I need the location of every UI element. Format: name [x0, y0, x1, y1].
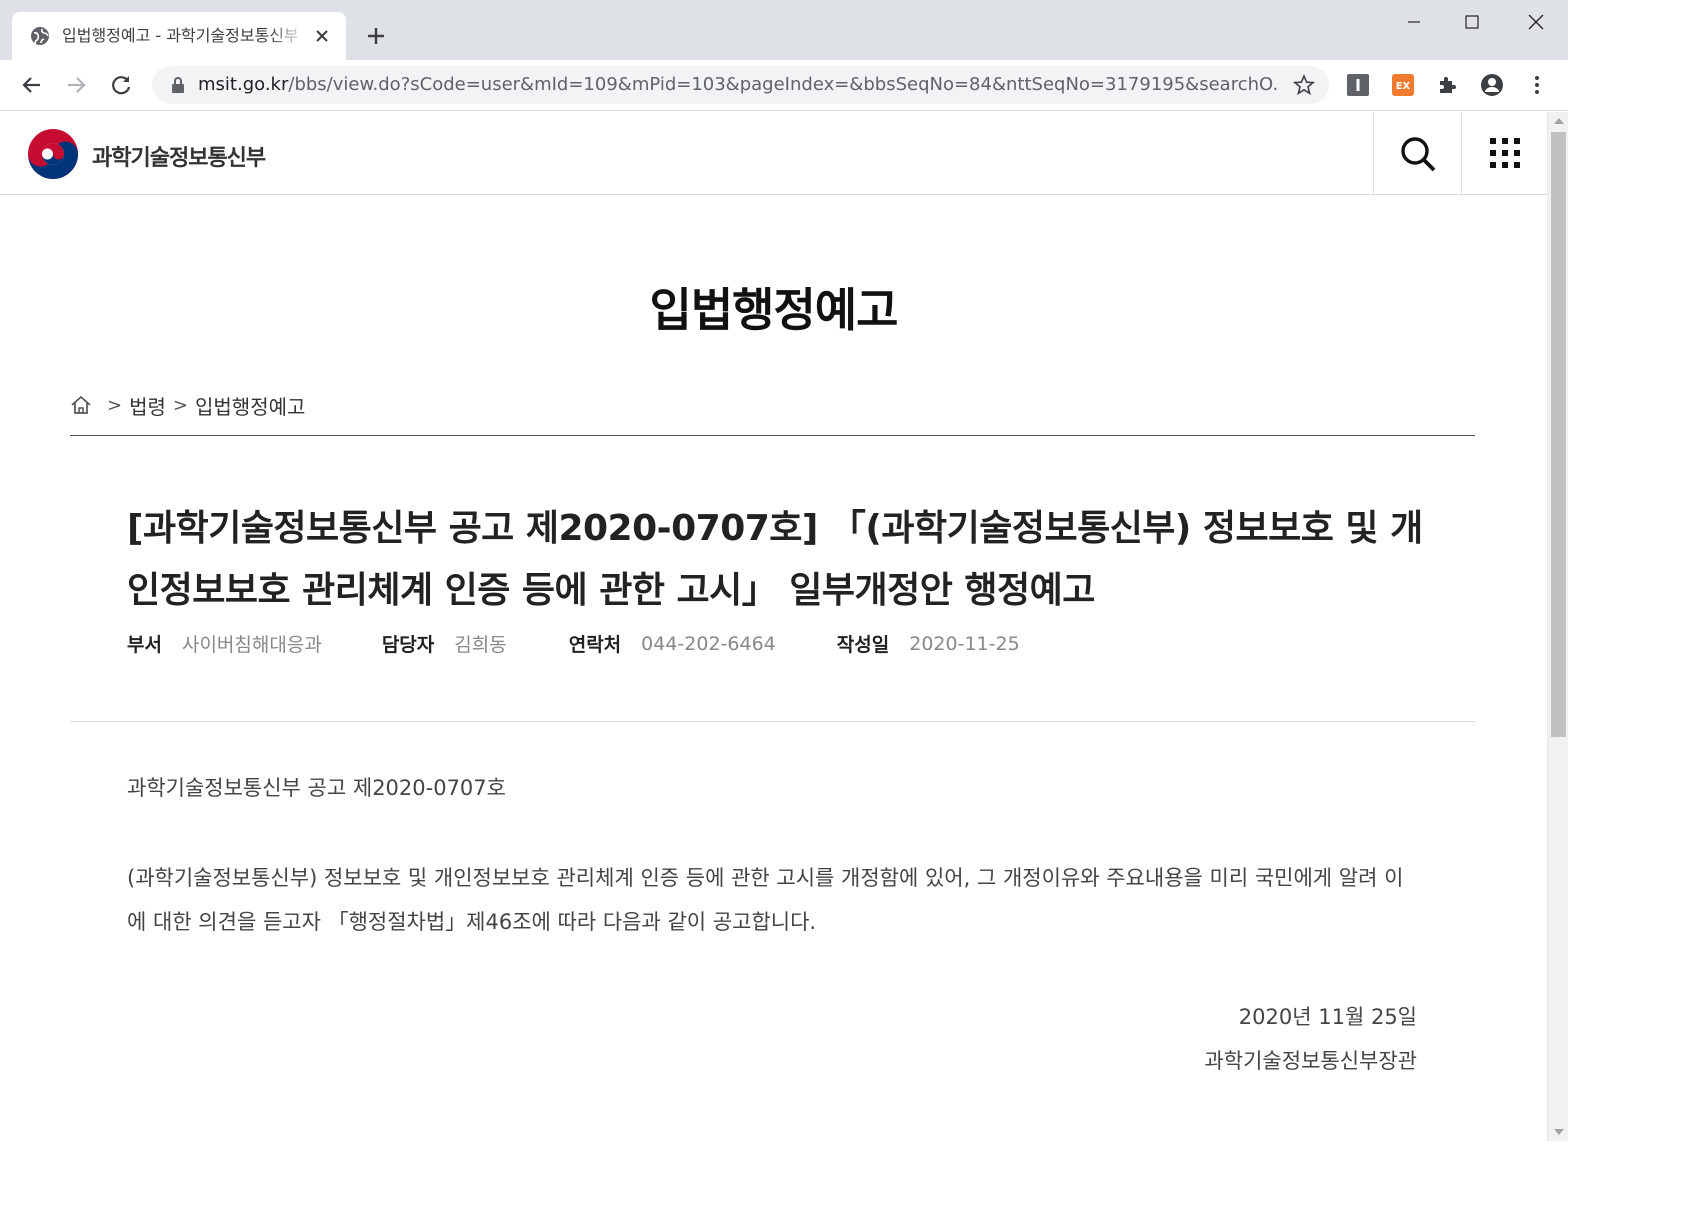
breadcrumb-separator: >	[172, 394, 188, 416]
meta-label-department: 부서	[127, 634, 162, 656]
home-icon[interactable]	[70, 394, 92, 416]
globe-icon	[31, 27, 49, 45]
post-title: [과학기술정보통신부 공고 제2020-0707호] 「(과학기술정보통신부) …	[127, 508, 1423, 611]
header-menu-button[interactable]	[1461, 112, 1547, 195]
address-bar[interactable]: msit.go.kr/bbs/view.do?sCode=user&mId=10…	[152, 66, 1329, 104]
meta-value-manager: 김희동	[454, 634, 507, 656]
forward-arrow-icon[interactable]	[63, 72, 89, 98]
url-text[interactable]: msit.go.kr/bbs/view.do?sCode=user&mId=10…	[198, 74, 1278, 96]
notice-number: 과학기술정보통신부 공고 제2020-0707호	[127, 776, 506, 800]
svg-text:EX: EX	[1396, 81, 1411, 92]
meta-label-date: 작성일	[836, 634, 890, 656]
signature-date: 2020년 11월 25일	[1238, 1005, 1417, 1029]
window-close-icon[interactable]	[1520, 8, 1552, 36]
scroll-up-arrow-icon[interactable]	[1554, 118, 1564, 124]
meta-value-department: 사이버침해대응과	[181, 634, 322, 656]
taegeuk-logo-icon[interactable]	[27, 128, 79, 180]
signature-organization: 과학기술정보통신부장관	[1204, 1049, 1417, 1073]
extensions-puzzle-icon[interactable]	[1436, 73, 1460, 97]
breadcrumb-item-law[interactable]: 법령	[129, 391, 166, 420]
browser-toolbar: msit.go.kr/bbs/view.do?sCode=user&mId=10…	[0, 60, 1568, 111]
reload-icon[interactable]	[108, 72, 134, 98]
tab-title: 입법행정예고 - 과학기술정보통신부	[62, 26, 299, 45]
bookmark-star-icon[interactable]	[1293, 74, 1315, 96]
page-title: 입법행정예고	[649, 283, 899, 337]
close-tab-icon[interactable]	[312, 26, 332, 46]
post-meta: 부서 사이버침해대응과 담당자 김희동 연락처 044-202-6464 작성일…	[127, 630, 1020, 657]
page-viewport: 과학기술정보통신부 입법행정예고 > 법령 > 입법행정예고 [과학기술정보통신…	[0, 112, 1547, 1141]
search-icon	[1401, 137, 1436, 172]
page-scrollbar[interactable]	[1547, 112, 1568, 1141]
minimize-icon[interactable]	[1398, 8, 1430, 36]
site-logo-text[interactable]: 과학기술정보통신부	[92, 140, 266, 172]
meta-label-contact: 연락처	[568, 634, 622, 656]
extension-i-icon[interactable]	[1346, 73, 1370, 97]
breadcrumb: > 법령 > 입법행정예고	[70, 391, 305, 420]
back-arrow-icon[interactable]	[19, 72, 45, 98]
grid-menu-icon	[1490, 138, 1520, 168]
header-search-button[interactable]	[1373, 112, 1461, 195]
url-host: msit.go.kr	[198, 74, 289, 95]
divider	[70, 721, 1475, 722]
lock-icon[interactable]	[170, 76, 186, 94]
maximize-icon[interactable]	[1456, 8, 1488, 36]
breadcrumb-separator: >	[107, 394, 123, 416]
meta-label-manager: 담당자	[381, 634, 435, 656]
meta-value-contact: 044-202-6464	[641, 632, 776, 655]
profile-avatar-icon[interactable]	[1480, 73, 1504, 97]
browser-menu-icon[interactable]	[1525, 73, 1549, 97]
divider	[70, 435, 1475, 436]
notice-body: (과학기술정보통신부) 정보보호 및 개인정보보호 관리체계 인증 등에 관한 …	[127, 866, 1404, 934]
extension-ex-icon[interactable]: EX	[1391, 73, 1415, 97]
scroll-down-arrow-icon[interactable]	[1554, 1129, 1564, 1135]
browser-tab[interactable]: 입법행정예고 - 과학기술정보통신부	[12, 12, 346, 60]
breadcrumb-item-current[interactable]: 입법행정예고	[195, 391, 305, 420]
site-header: 과학기술정보통신부	[0, 112, 1547, 195]
scrollbar-thumb[interactable]	[1551, 132, 1566, 737]
url-path: /bbs/view.do?sCode=user&mId=109&mPid=103…	[288, 74, 1278, 95]
browser-tabstrip: 입법행정예고 - 과학기술정보통신부	[0, 0, 1568, 60]
new-tab-icon[interactable]	[364, 24, 388, 48]
meta-value-date: 2020-11-25	[909, 632, 1020, 655]
